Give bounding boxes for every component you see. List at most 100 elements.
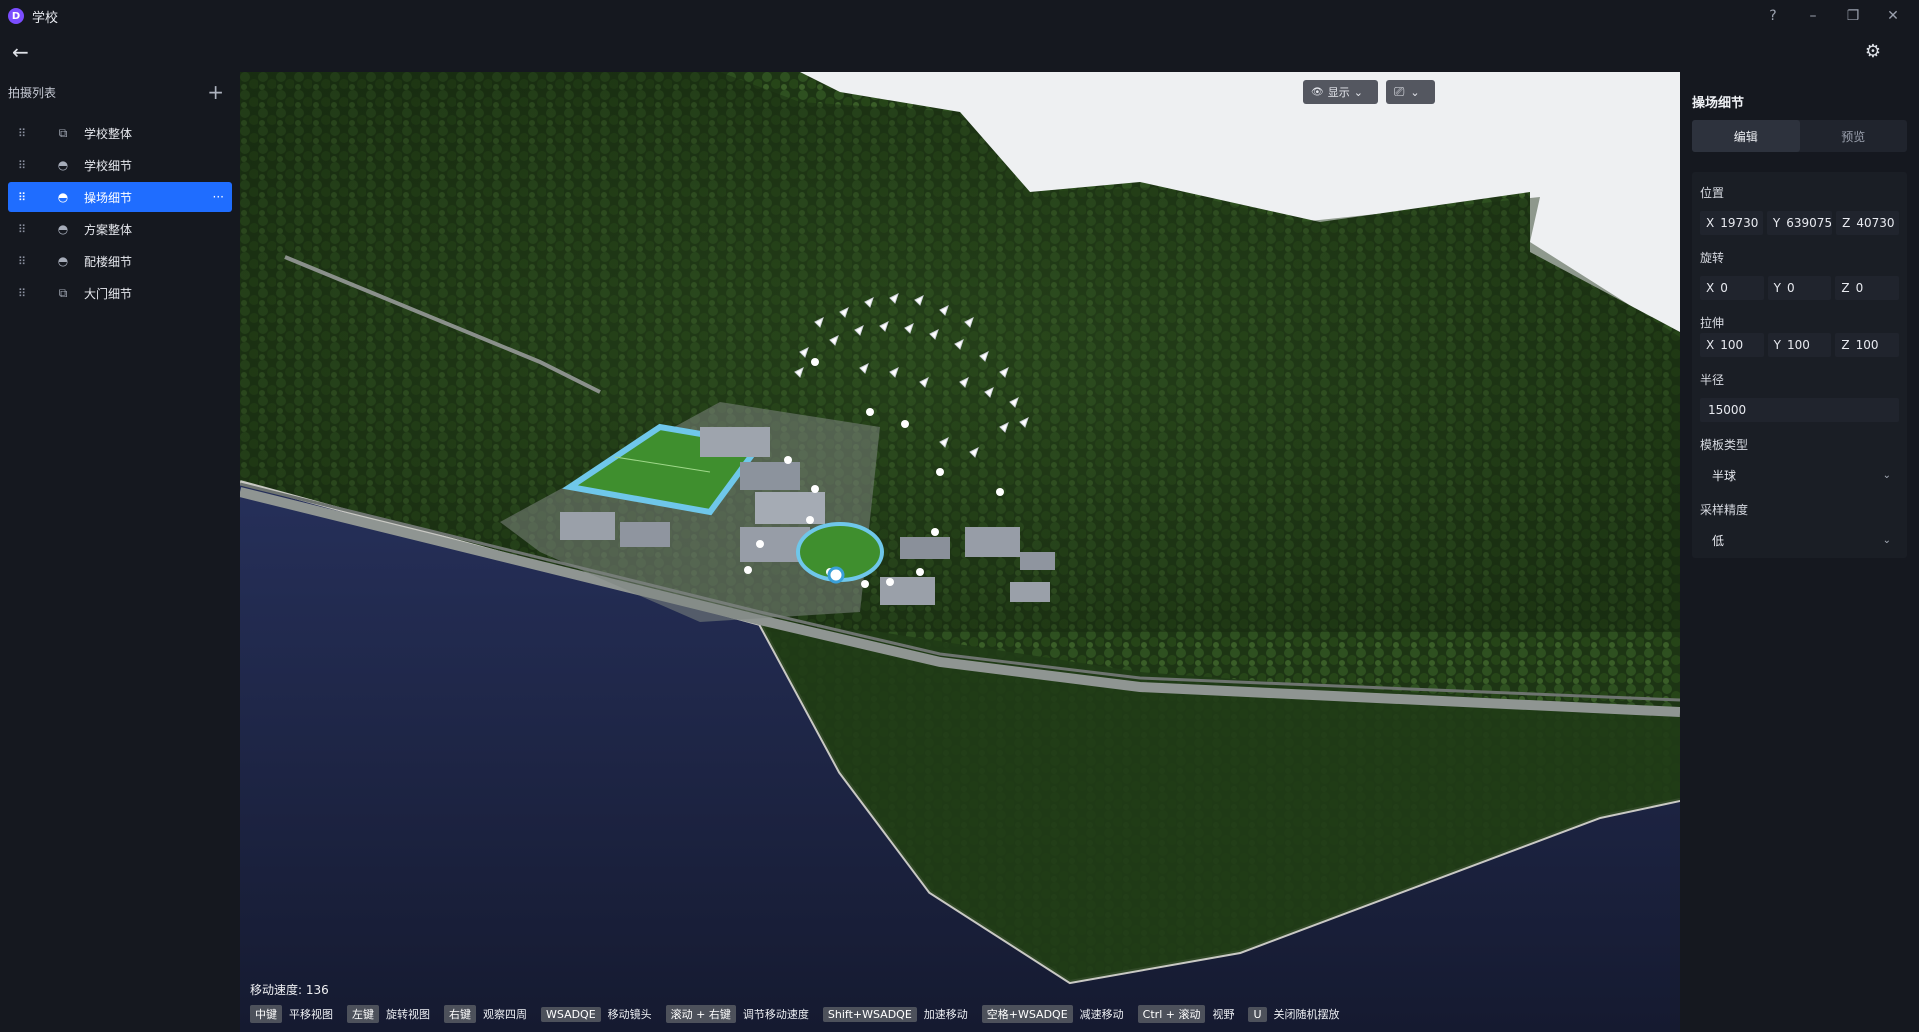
- capture-center-marker[interactable]: [827, 566, 845, 584]
- restore-button[interactable]: ❐: [1833, 0, 1873, 32]
- hemisphere-icon: ◓: [57, 158, 69, 172]
- close-button[interactable]: ✕: [1873, 0, 1913, 32]
- position-x-value: 19730: [1720, 216, 1759, 230]
- hint-text: 观察四周: [483, 1008, 527, 1021]
- tab-edit[interactable]: 编辑: [1692, 120, 1800, 152]
- drag-handle-icon[interactable]: ⠿: [18, 159, 28, 172]
- scale-x-value: 100: [1720, 338, 1744, 352]
- template-type-select[interactable]: 半球 ⌄: [1700, 463, 1899, 487]
- hint-key: 右键: [444, 1005, 476, 1023]
- drag-handle-icon[interactable]: ⠿: [18, 223, 28, 236]
- shot-item-gate-detail[interactable]: ⠿ ⧉ 大门细节: [8, 278, 232, 308]
- window-controls: ? – ❐ ✕: [1753, 0, 1913, 32]
- minimize-button[interactable]: –: [1793, 0, 1833, 32]
- rotation-label: 旋转: [1700, 251, 1725, 265]
- scale-x-input[interactable]: X 100: [1700, 333, 1764, 357]
- rotation-y-value: 0: [1787, 281, 1795, 295]
- title-bar: D 学校 ? – ❐ ✕: [0, 0, 1919, 32]
- hint-item: 空格+WSADQE 减速移动: [981, 1005, 1124, 1023]
- radius-input[interactable]: 15000: [1700, 398, 1899, 422]
- hint-text: 平移视图: [289, 1008, 333, 1021]
- scale-z-value: 100: [1855, 338, 1879, 352]
- more-options-icon[interactable]: ···: [213, 190, 224, 204]
- shot-label: 配楼细节: [84, 254, 133, 269]
- panorama-icon: ⧉: [58, 125, 68, 140]
- app-logo-icon: D: [8, 8, 24, 24]
- sampling-select[interactable]: 低 ⌄: [1700, 528, 1899, 552]
- position-z-value: 40730: [1856, 216, 1895, 230]
- position-z-input[interactable]: Z 40730: [1836, 211, 1899, 235]
- panorama-icon: ⧉: [58, 285, 68, 300]
- sampling-label: 采样精度: [1700, 503, 1749, 517]
- hemisphere-icon: ◓: [57, 254, 69, 268]
- axis-label: X: [1706, 338, 1715, 352]
- app-title: 学校: [32, 10, 59, 26]
- move-speed-text: 移动速度: 136: [250, 983, 329, 997]
- help-icon[interactable]: ?: [1753, 0, 1793, 32]
- properties-group: 位置 X 19730 Y 639075 Z 40730 旋转 X0 Y0 Z0 拉伸 …: [1692, 172, 1907, 558]
- campus-scene-render[interactable]: [240, 72, 1680, 1032]
- scale-label: 拉伸: [1700, 316, 1725, 330]
- shot-item-school-overall[interactable]: ⠿ ⧉ 学校整体: [8, 118, 232, 148]
- display-toggle-button[interactable]: 👁 显示 ⌄: [1303, 80, 1378, 104]
- hint-item: Ctrl + 滚动 视野: [1137, 1005, 1235, 1023]
- position-x-input[interactable]: X 19730: [1700, 211, 1763, 235]
- drag-handle-icon[interactable]: ⠿: [18, 127, 28, 140]
- hint-item: 左键 旋转视图: [347, 1005, 430, 1023]
- drag-handle-icon[interactable]: ⠿: [18, 191, 28, 204]
- hint-key: WSADQE: [541, 1006, 601, 1022]
- shot-list: ⠿ ⧉ 学校整体 ⠿ ◓ 学校细节 ⠿ ◓ 操场细节 ··· ⠿ ◓ 方案整体 …: [0, 112, 240, 316]
- add-shot-icon[interactable]: +: [207, 82, 224, 102]
- hint-item: 右键 观察四周: [444, 1005, 527, 1023]
- hint-text: 视野: [1212, 1008, 1235, 1021]
- settings-gear-icon[interactable]: ⚙: [1861, 40, 1885, 64]
- shot-label: 大门细节: [84, 286, 133, 301]
- hint-item: U 关闭随机摆放: [1248, 1006, 1340, 1022]
- hemisphere-icon: ◓: [57, 190, 69, 204]
- panel-tabs: 编辑 预览: [1692, 120, 1907, 152]
- rotation-fields: X0 Y0 Z0: [1700, 276, 1900, 300]
- rotation-z-value: 0: [1855, 281, 1864, 295]
- chevron-down-icon: ⌄: [1353, 85, 1363, 99]
- scale-z-input[interactable]: Z 100: [1835, 333, 1900, 357]
- rotation-y-input[interactable]: Y0: [1767, 276, 1832, 300]
- axis-label: X: [1706, 216, 1715, 230]
- hint-item: Shift+WSADQE 加速移动: [822, 1006, 968, 1022]
- hint-key: Shift+WSADQE: [822, 1006, 917, 1022]
- shot-item-school-detail[interactable]: ⠿ ◓ 学校细节: [8, 150, 232, 180]
- hint-key: 空格+WSADQE: [981, 1005, 1073, 1023]
- display-label: 显示: [1327, 86, 1350, 99]
- rotation-z-input[interactable]: Z0: [1835, 276, 1900, 300]
- scale-y-input[interactable]: Y 100: [1767, 333, 1832, 357]
- hint-text: 移动镜头: [607, 1008, 652, 1021]
- hint-text: 减速移动: [1079, 1008, 1124, 1021]
- shot-label: 操场细节: [84, 190, 133, 205]
- panel-title: 操场细节: [1692, 96, 1745, 111]
- eye-icon: 👁: [1311, 86, 1324, 98]
- shot-label: 方案整体: [84, 222, 133, 237]
- 3d-viewport[interactable]: 👁 显示 ⌄ ⎚ ⌄ 移动速度: 136 中键 平移视图 左键 旋转视图 右键 观察四…: [240, 72, 1680, 1032]
- template-type-label: 模板类型: [1700, 438, 1749, 452]
- hint-key: U: [1248, 1006, 1267, 1022]
- hint-key: Ctrl + 滚动: [1137, 1005, 1206, 1023]
- shortcut-hints-bar: 中键 平移视图 左键 旋转视图 右键 观察四周 WSADQE 移动镜头 滚动 + 右键调…: [250, 1005, 1354, 1023]
- drag-handle-icon[interactable]: ⠿: [18, 255, 28, 268]
- shot-list-sidebar: 拍摄列表 + ⠿ ⧉ 学校整体 ⠿ ◓ 学校细节 ⠿ ◓ 操场细节 ··· ⠿ …: [0, 72, 240, 1032]
- shot-item-playground-detail[interactable]: ⠿ ◓ 操场细节 ···: [8, 182, 232, 212]
- shot-item-annex-detail[interactable]: ⠿ ◓ 配楼细节: [8, 246, 232, 276]
- back-arrow-icon[interactable]: ←: [12, 40, 36, 64]
- shot-item-plan-overall[interactable]: ⠿ ◓ 方案整体: [8, 214, 232, 244]
- axis-label: X: [1706, 281, 1715, 295]
- top-toolbar: ← ⚙: [0, 32, 1919, 72]
- axis-label: Z: [1841, 338, 1850, 352]
- scale-y-value: 100: [1787, 338, 1810, 352]
- drag-handle-icon[interactable]: ⠿: [18, 287, 28, 300]
- scale-fields: X 100 Y 100 Z 100: [1700, 333, 1900, 357]
- position-y-input[interactable]: Y 639075: [1766, 211, 1833, 235]
- rotation-x-input[interactable]: X0: [1700, 276, 1764, 300]
- hint-key: 滚动 + 右键: [665, 1005, 736, 1023]
- tab-preview[interactable]: 预览: [1800, 120, 1908, 152]
- hint-item: 中键 平移视图: [250, 1005, 333, 1023]
- camera-mode-button[interactable]: ⎚ ⌄: [1386, 80, 1435, 104]
- chevron-down-icon: ⌄: [1410, 85, 1420, 99]
